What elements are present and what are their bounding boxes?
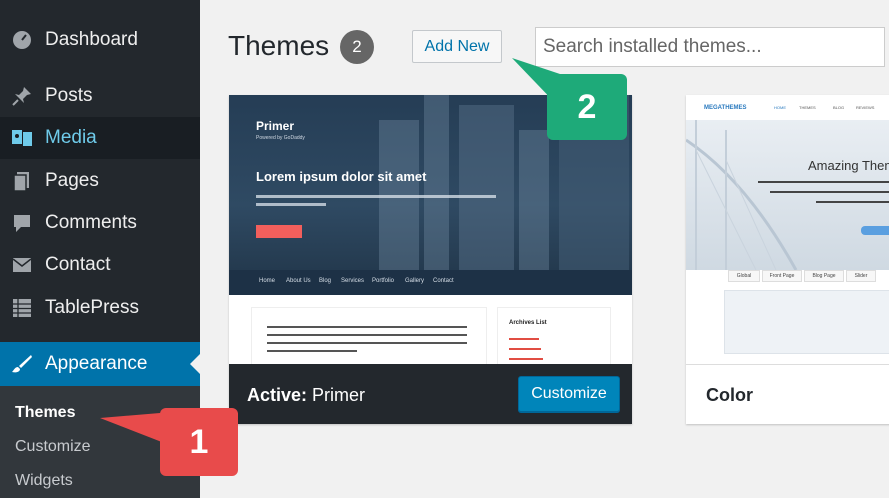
preview-nav-item: Services xyxy=(341,278,365,284)
annotation-callout-1: 1 xyxy=(160,408,238,476)
preview-button xyxy=(256,225,302,238)
preview-nav: Home About Us Blog Services Portfolio Ga… xyxy=(229,270,632,295)
preview-sidebar xyxy=(497,307,611,364)
search-themes-input[interactable] xyxy=(535,27,885,67)
preview-nav-item: BLOG xyxy=(833,105,845,110)
annotation-callout-2: 2 xyxy=(547,74,627,140)
theme-name: Primer xyxy=(312,385,366,405)
preview-tab: Slider xyxy=(846,270,876,282)
preview-headline: Amazing Them xyxy=(808,158,889,173)
preview-nav-item: THEMES xyxy=(799,105,816,110)
sidebar-item-label: Comments xyxy=(45,212,137,233)
preview-nav-item: About Us xyxy=(286,278,311,284)
sidebar-item-appearance[interactable]: Appearance xyxy=(0,342,200,386)
preview-tab: Global xyxy=(728,270,760,282)
pages-icon xyxy=(10,169,34,193)
preview-tagline: Powered by GoDaddy xyxy=(256,135,305,141)
table-icon xyxy=(10,296,34,320)
submenu-item-widgets[interactable]: Widgets xyxy=(15,472,73,490)
theme-name: Color xyxy=(706,385,753,405)
preview-logo: MEGATHEMES xyxy=(704,105,747,111)
theme-card-primer[interactable]: Primer Powered by GoDaddy Lorem ipsum do… xyxy=(229,95,632,424)
theme-screenshot[interactable]: MEGATHEMES HOME THEMES BLOG REVIEWS Amaz… xyxy=(686,95,889,364)
preview-tab: Front Page xyxy=(762,270,802,282)
submenu-item-themes[interactable]: Themes xyxy=(15,404,75,422)
preview-nav-item: Blog xyxy=(319,278,332,284)
customize-button[interactable]: Customize xyxy=(518,376,620,412)
theme-count-badge: 2 xyxy=(340,30,374,64)
preview-logo: Primer xyxy=(256,119,295,133)
sidebar-item-label: Posts xyxy=(45,85,93,106)
sidebar-item-label: Media xyxy=(45,127,97,148)
dashboard-icon xyxy=(10,28,34,52)
sidebar-item-pages[interactable]: Pages xyxy=(0,160,200,202)
preview-hero xyxy=(686,120,889,270)
sidebar-item-comments[interactable]: Comments xyxy=(0,202,200,244)
sidebar-item-posts[interactable]: Posts xyxy=(0,75,200,117)
theme-card-footer: Color xyxy=(686,364,889,424)
active-theme-label: Active: Primer xyxy=(247,385,365,406)
preview-nav-item: Portfolio xyxy=(372,278,395,284)
sidebar-item-dashboard[interactable]: Dashboard xyxy=(0,19,200,61)
preview-panel xyxy=(724,290,889,354)
current-menu-arrow xyxy=(190,354,200,374)
preview-tab: Blog Page xyxy=(804,270,844,282)
sidebar-item-label: Dashboard xyxy=(45,29,138,50)
preview-nav-item: REVIEWS xyxy=(856,105,875,110)
sidebar-item-label: Pages xyxy=(45,170,99,191)
sidebar-item-contact[interactable]: Contact xyxy=(0,244,200,286)
sidebar-item-label: TablePress xyxy=(45,297,139,318)
pin-icon xyxy=(10,84,34,108)
preview-headline: Lorem ipsum dolor sit amet xyxy=(256,169,427,184)
sidebar-item-tablepress[interactable]: TablePress xyxy=(0,287,200,329)
preview-sidebar-title: Archives List xyxy=(509,320,547,326)
preview-nav-item: Gallery xyxy=(405,278,425,284)
sidebar-item-label: Contact xyxy=(45,254,111,275)
page-title: Themes xyxy=(228,30,330,61)
preview-button xyxy=(861,226,889,235)
submenu-item-customize[interactable]: Customize xyxy=(15,438,91,456)
brush-icon xyxy=(10,352,34,376)
media-icon xyxy=(10,126,34,150)
preview-nav-item: HOME xyxy=(774,105,786,110)
mail-icon xyxy=(10,253,34,277)
active-prefix: Active: xyxy=(247,385,308,405)
comment-icon xyxy=(10,211,34,235)
sidebar-item-label: Appearance xyxy=(45,353,148,374)
preview-nav-item: Home xyxy=(259,278,276,284)
sidebar-item-media[interactable]: Media xyxy=(0,117,200,159)
preview-nav-item: Contact xyxy=(433,278,454,284)
preview-content xyxy=(251,307,487,364)
theme-card-color[interactable]: MEGATHEMES HOME THEMES BLOG REVIEWS Amaz… xyxy=(686,95,889,424)
add-new-button[interactable]: Add New xyxy=(412,30,502,63)
